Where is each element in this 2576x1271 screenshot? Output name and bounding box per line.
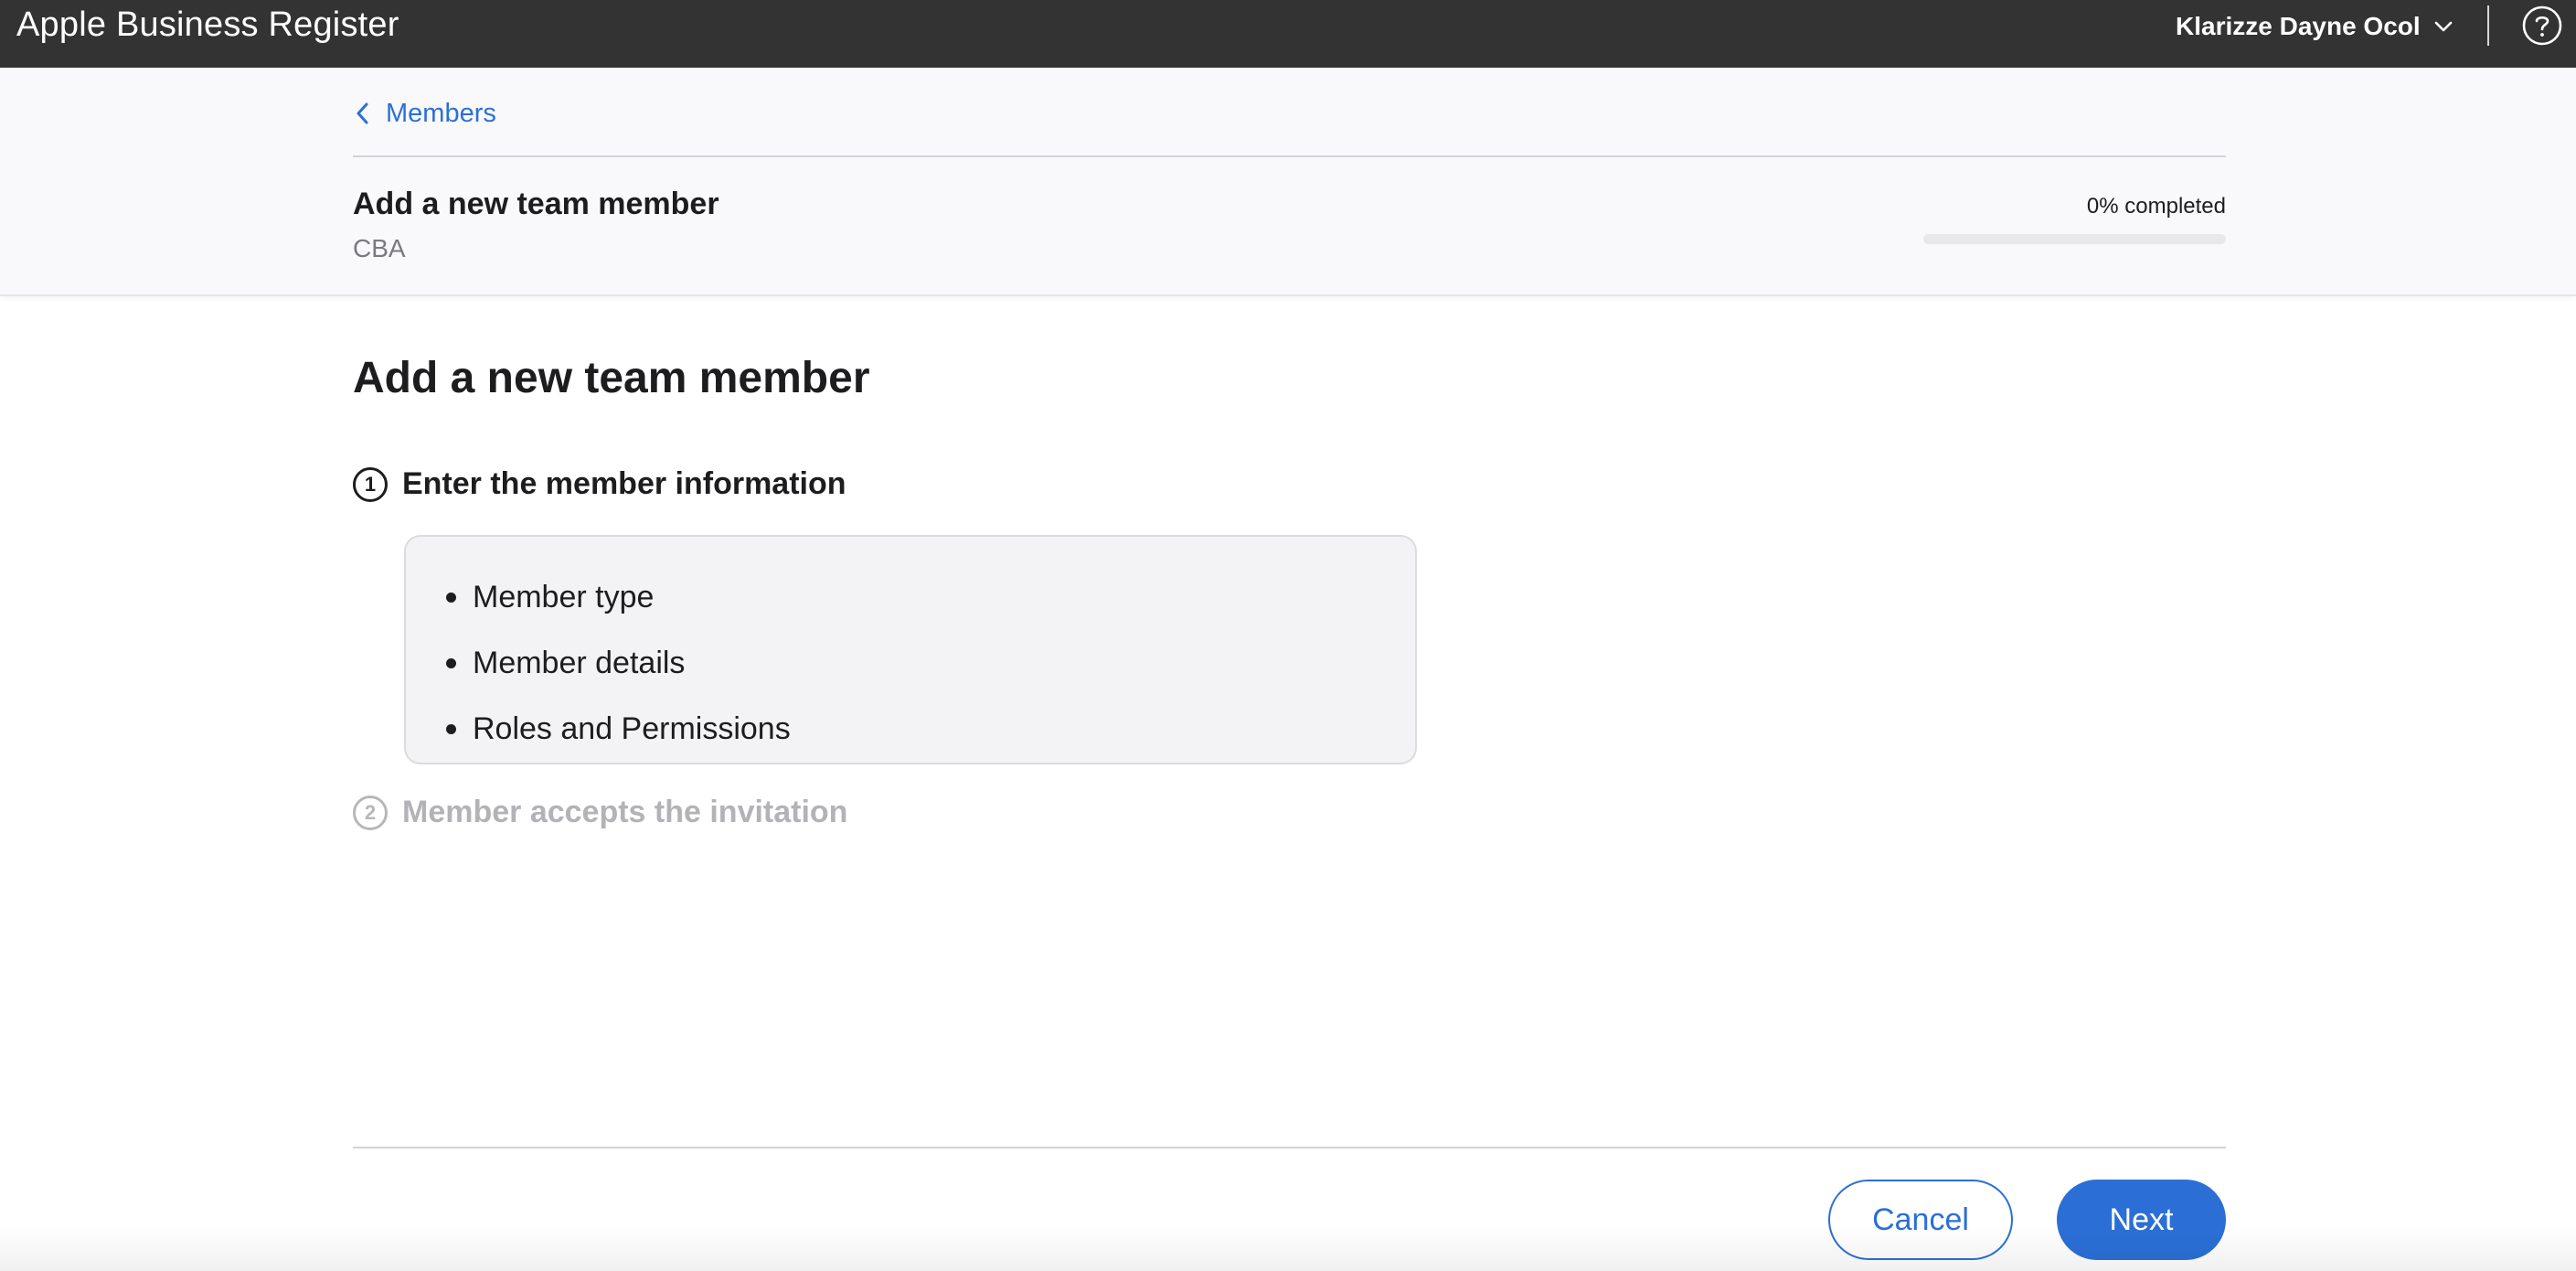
step-number-icon: 2 [353,795,388,830]
list-item-label: Roles and Permissions [473,710,791,746]
step-1: 1 Enter the member information [353,466,846,502]
next-button[interactable]: Next [2057,1180,2226,1260]
page-title: Add a new team member [353,187,719,221]
top-bar: Apple Business Register Klarizze Dayne O… [0,0,2576,68]
organization-name: CBA [353,234,406,262]
topbar-divider [2487,5,2489,46]
cancel-button[interactable]: Cancel [1828,1180,2013,1260]
list-item: Member details [446,630,791,696]
step-number-icon: 1 [353,466,388,502]
bullet-icon [446,723,456,734]
step-label: Enter the member information [402,466,846,501]
user-name: Klarizze Dayne Ocol [2176,12,2421,40]
bullet-icon [446,592,456,603]
list-item: Roles and Permissions [446,696,791,762]
main-heading: Add a new team member [353,354,870,402]
app-title: Apple Business Register [16,5,399,44]
progress-label: 0% completed [2086,194,2226,219]
page-subheader: Members Add a new team member CBA 0% com… [0,68,2576,296]
step-label: Member accepts the invitation [402,795,848,829]
breadcrumb-label: Members [386,98,496,128]
divider [353,155,2226,157]
bullet-icon [446,657,456,668]
breadcrumb-members[interactable]: Members [353,95,496,132]
list-item-label: Member details [473,645,686,680]
chevron-left-icon [357,102,368,124]
user-menu[interactable]: Klarizze Dayne Ocol [2176,0,2455,53]
list-item: Member type [446,564,791,630]
chevron-down-icon [2434,21,2452,32]
footer-divider [353,1147,2226,1148]
step-1-details-box: Member type Member details Roles and Per… [404,535,1417,764]
step-2: 2 Member accepts the invitation [353,795,847,830]
step-1-items: Member type Member details Roles and Per… [446,564,791,762]
help-circle-icon[interactable] [2521,5,2563,47]
list-item-label: Member type [473,579,655,614]
progress-bar [1923,234,2226,244]
